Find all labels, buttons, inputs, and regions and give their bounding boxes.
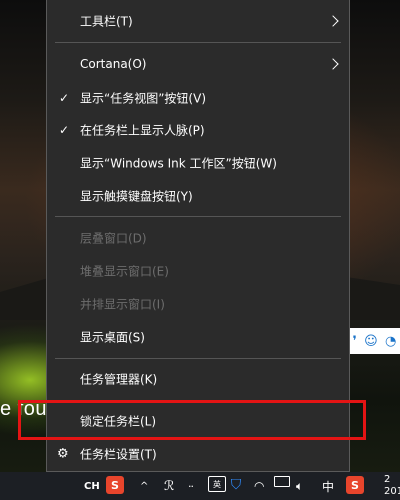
sogou-ime-icon[interactable]: S — [106, 476, 124, 494]
menu-item-cascade-windows: 层叠窗口(D) — [47, 222, 349, 254]
menu-item-show-windows-ink[interactable]: 显示“Windows Ink 工作区”按钮(W) — [47, 147, 349, 179]
menu-item-label: 任务栏设置(T) — [80, 447, 157, 462]
menu-item-label: 显示“Windows Ink 工作区”按钮(W) — [80, 156, 277, 171]
show-hidden-icons-icon[interactable]: ^ — [140, 476, 148, 496]
menu-item-label: 工具栏(T) — [80, 14, 133, 29]
clock-time: 2 — [384, 474, 391, 485]
ime-badge-icon[interactable]: 英 — [208, 476, 226, 492]
language-indicator[interactable]: 中 — [322, 476, 334, 496]
checkmark-icon: ✓ — [59, 123, 70, 137]
wifi-icon[interactable]: ◠ — [254, 476, 264, 496]
menu-item-label: 堆叠显示窗口(E) — [80, 264, 169, 279]
menu-item-label: 显示桌面(S) — [80, 330, 145, 345]
menu-item-stack-windows: 堆叠显示窗口(E) — [47, 255, 349, 287]
menu-item-toolbars[interactable]: 工具栏(T) — [47, 5, 349, 37]
battery-icon[interactable] — [274, 476, 290, 487]
menu-item-label: 任务管理器(K) — [80, 372, 158, 387]
menu-item-task-manager[interactable]: 任务管理器(K) — [47, 363, 349, 395]
more-icon[interactable]: ·· — [188, 476, 194, 496]
menu-item-label: Cortana(O) — [80, 57, 147, 71]
partial-icon: ◔ — [385, 333, 397, 349]
menu-item-label: 显示触摸键盘按钮(Y) — [80, 189, 193, 204]
menu-item-label: 并排显示窗口(I) — [80, 297, 165, 312]
chevron-right-icon — [327, 58, 339, 70]
menu-item-label: 在任务栏上显示人脉(P) — [80, 123, 205, 138]
security-shield-icon[interactable]: ⛉ — [228, 476, 244, 494]
menu-item-show-desktop[interactable]: 显示桌面(S) — [47, 321, 349, 353]
ime-mode-indicator[interactable]: CH — [84, 476, 100, 496]
menu-item-taskbar-settings[interactable]: ⚙ 任务栏设置(T) — [47, 438, 349, 470]
menu-item-label: 层叠窗口(D) — [80, 231, 147, 246]
notification-strip[interactable]: ❜ ☺ ◔ — [349, 328, 400, 354]
chevron-right-icon — [327, 15, 339, 27]
menu-item-show-task-view[interactable]: ✓ 显示“任务视图”按钮(V) — [47, 82, 349, 114]
menu-item-show-people[interactable]: ✓ 在任务栏上显示人脉(P) — [47, 114, 349, 146]
clock[interactable]: 2 201 — [384, 472, 400, 500]
menu-separator — [55, 216, 341, 217]
menu-item-label: 显示“任务视图”按钮(V) — [80, 91, 207, 106]
checkmark-icon: ✓ — [59, 91, 70, 105]
menu-item-show-touch-keyboard[interactable]: 显示触摸键盘按钮(Y) — [47, 180, 349, 212]
taskbar: CH S ^ ℛ ·· 英 ⛉ ◠ 🔈︎ 中 S 2 201 — [0, 472, 400, 500]
speaker-icon[interactable]: 🔈︎ — [296, 476, 303, 496]
sogou-ime-icon[interactable]: S — [346, 476, 364, 494]
menu-item-cortana[interactable]: Cortana(O) — [47, 48, 349, 80]
clock-date: 201 — [384, 486, 400, 497]
highlight-box — [18, 400, 366, 440]
menu-separator — [55, 42, 341, 43]
comma-icon: ❜ — [352, 333, 357, 349]
gear-icon: ⚙ — [57, 446, 69, 462]
smiley-icon[interactable]: ☺ — [364, 334, 378, 349]
menu-separator — [55, 358, 341, 359]
people-icon[interactable]: ℛ — [164, 476, 174, 496]
menu-item-side-by-side-windows: 并排显示窗口(I) — [47, 288, 349, 320]
